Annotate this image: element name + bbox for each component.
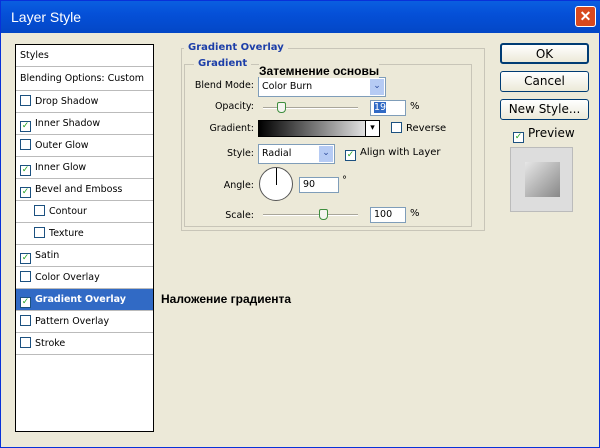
scale-slider[interactable] <box>263 209 358 220</box>
checkbox-icon[interactable] <box>34 205 45 216</box>
preview-checkbox[interactable]: ✓ Preview <box>513 126 575 143</box>
style-item-label: Bevel and Emboss <box>35 184 123 195</box>
overlay-annotation: Наложение градиента <box>161 292 292 306</box>
angle-unit: ° <box>342 175 347 186</box>
blend-mode-label: Blend Mode: <box>194 80 254 91</box>
checkbox-icon[interactable] <box>34 227 45 238</box>
align-check-icon: ✓ <box>345 150 356 161</box>
style-item-label: Contour <box>49 206 87 217</box>
checkbox-icon[interactable]: ✓ <box>20 121 31 132</box>
cancel-button[interactable]: Cancel <box>500 71 589 92</box>
gradient-picker[interactable]: ▾ <box>258 120 380 137</box>
style-item-label: Texture <box>49 228 84 239</box>
style-item-label: Satin <box>35 250 60 261</box>
styles-list: Styles Blending Options: Custom Drop Sha… <box>15 44 154 432</box>
style-item[interactable]: Contour <box>16 201 153 223</box>
align-with-layer-checkbox[interactable]: ✓ Align with Layer <box>345 147 441 161</box>
reverse-box <box>391 122 402 133</box>
checkbox-icon[interactable] <box>20 95 31 106</box>
checkbox-icon[interactable]: ✓ <box>20 165 31 176</box>
style-item-label: Inner Shadow <box>35 118 101 129</box>
style-item-label: Pattern Overlay <box>35 316 110 327</box>
opacity-unit: % <box>410 101 420 112</box>
gradient-dropdown-icon[interactable]: ▾ <box>365 121 379 136</box>
style-item[interactable]: Stroke <box>16 333 153 355</box>
styles-header[interactable]: Styles <box>16 45 153 67</box>
chevron-down-icon: ⌄ <box>370 79 384 95</box>
align-label: Align with Layer <box>360 147 441 158</box>
opacity-input[interactable]: 19 <box>370 100 406 116</box>
scale-unit: % <box>410 208 420 219</box>
gradient-label: Gradient: <box>209 123 254 134</box>
window-title: Layer Style <box>11 9 82 25</box>
style-item-label: Stroke <box>35 338 66 349</box>
ok-button[interactable]: OK <box>500 43 589 64</box>
style-value: Radial <box>262 148 292 159</box>
style-item-label: Outer Glow <box>35 140 89 151</box>
checkbox-icon[interactable]: ✓ <box>20 187 31 198</box>
style-item[interactable]: Drop Shadow <box>16 91 153 113</box>
opacity-slider[interactable] <box>263 102 358 113</box>
scale-slider-thumb[interactable] <box>319 209 328 220</box>
style-select[interactable]: Radial ⌄ <box>258 144 335 164</box>
reverse-checkbox[interactable]: Reverse <box>391 122 446 134</box>
preview-check-icon: ✓ <box>513 132 524 143</box>
opacity-slider-thumb[interactable] <box>277 102 286 113</box>
angle-dial[interactable] <box>259 167 293 201</box>
new-style-button[interactable]: New Style... <box>500 99 589 120</box>
close-button[interactable]: ✕ <box>575 6 596 27</box>
chevron-down-icon: ⌄ <box>319 146 333 162</box>
preview-swatch <box>525 162 560 197</box>
style-item[interactable]: Color Overlay <box>16 267 153 289</box>
style-item[interactable]: ✓ Bevel and Emboss <box>16 179 153 201</box>
blend-mode-value: Color Burn <box>262 81 313 92</box>
blend-mode-select[interactable]: Color Burn ⌄ <box>258 77 386 97</box>
checkbox-icon[interactable] <box>20 337 31 348</box>
angle-label: Angle: <box>223 180 254 191</box>
angle-dial-needle <box>275 168 277 185</box>
style-item[interactable]: Outer Glow <box>16 135 153 157</box>
reverse-label: Reverse <box>406 123 447 134</box>
scale-input[interactable]: 100 <box>370 207 406 223</box>
style-item-label: Gradient Overlay <box>35 294 126 305</box>
angle-input[interactable]: 90 <box>299 177 339 193</box>
group-title: Gradient Overlay <box>184 42 288 53</box>
style-item[interactable]: ✓ Satin <box>16 245 153 267</box>
style-item-label: Drop Shadow <box>35 96 99 107</box>
style-item[interactable]: Pattern Overlay <box>16 311 153 333</box>
layer-style-dialog: Layer Style ✕ Styles Blending Options: C… <box>0 0 600 448</box>
scale-label: Scale: <box>225 210 254 221</box>
gradient-group-title: Gradient <box>194 58 252 69</box>
style-label: Style: <box>226 148 254 159</box>
preview-area <box>510 147 573 212</box>
style-item[interactable]: ✓ Inner Glow <box>16 157 153 179</box>
title-bar[interactable]: Layer Style ✕ <box>1 1 600 33</box>
style-item-label: Color Overlay <box>35 272 100 283</box>
style-item[interactable]: ✓ Gradient Overlay <box>16 289 153 311</box>
opacity-value: 19 <box>374 102 387 113</box>
preview-label: Preview <box>528 126 575 140</box>
checkbox-icon[interactable] <box>20 139 31 150</box>
style-item-label: Inner Glow <box>35 162 87 173</box>
style-item[interactable]: Texture <box>16 223 153 245</box>
checkbox-icon[interactable]: ✓ <box>20 297 31 308</box>
checkbox-icon[interactable] <box>20 271 31 282</box>
checkbox-icon[interactable] <box>20 315 31 326</box>
checkbox-icon[interactable]: ✓ <box>20 253 31 264</box>
style-item[interactable]: ✓ Inner Shadow <box>16 113 153 135</box>
blending-options[interactable]: Blending Options: Custom <box>16 67 153 91</box>
opacity-label: Opacity: <box>214 101 254 112</box>
blend-annotation: Затемнение основы <box>259 64 380 78</box>
